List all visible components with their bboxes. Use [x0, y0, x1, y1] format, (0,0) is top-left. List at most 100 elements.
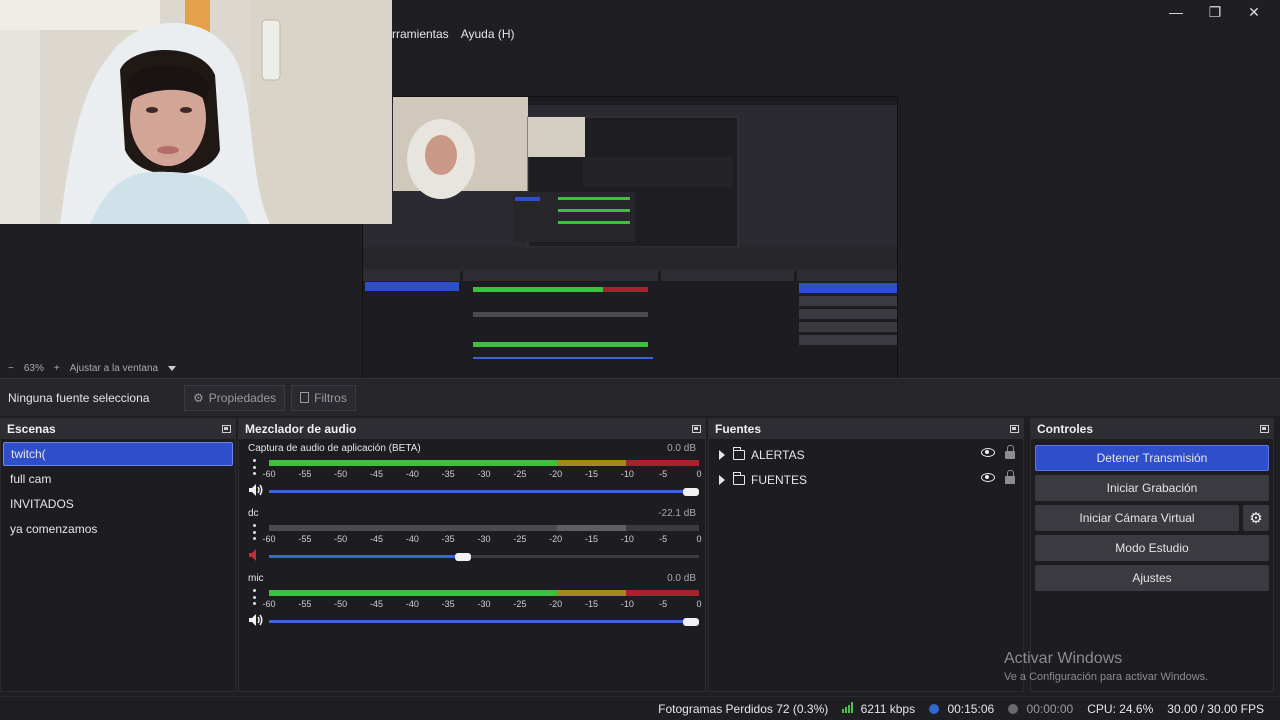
volume-meter	[269, 460, 699, 466]
mixer-channel: mic 0.0 dB -60 -55 -50 -45 -40 -35 -30 -25 -20 -15-…	[239, 569, 705, 634]
source-toolbar: Ninguna fuente selecciona ⚙ Propiedades …	[0, 378, 1280, 416]
channel-menu-icon[interactable]	[252, 524, 256, 540]
folder-icon	[732, 446, 745, 460]
undock-icon[interactable]	[222, 425, 231, 433]
scene-item[interactable]: full cam	[3, 467, 233, 491]
audio-mixer-dock: Mezclador de audio Captura de audio de a…	[238, 418, 706, 692]
scale-tick: -5	[659, 534, 668, 544]
stream-time: 00:15:06	[929, 702, 994, 716]
studio-mode-button[interactable]: Modo Estudio	[1035, 535, 1269, 561]
mixer-channel: dc -22.1 dB -60 -55 -50 -45 -40 -35 -30 -25 -20 -15…	[239, 504, 705, 569]
fit-to-window-dropdown[interactable]: Ajustar a la ventana	[70, 363, 158, 374]
stop-stream-button[interactable]: Detener Transmisión	[1035, 445, 1269, 471]
meter-segment	[269, 460, 558, 466]
scale-tick: -55	[298, 534, 312, 544]
zoom-in-button[interactable]: +	[54, 363, 60, 374]
scale-tick: -10	[620, 469, 634, 479]
expand-arrow-icon[interactable]	[719, 449, 725, 460]
folder-icon	[732, 471, 745, 485]
source-label: ALERTAS	[751, 447, 805, 462]
no-source-selected-label: Ninguna fuente selecciona	[8, 390, 150, 405]
lock-icon[interactable]	[1005, 470, 1015, 484]
channel-db-readout: 0.0 dB	[667, 573, 696, 584]
scale-tick: 0	[696, 534, 702, 544]
scale-tick: -30	[477, 469, 491, 479]
stream-time-value: 00:15:06	[947, 701, 995, 716]
restore-button[interactable]: ❐	[1196, 0, 1234, 24]
scale-tick: -55	[298, 469, 312, 479]
channel-menu-icon[interactable]	[252, 459, 256, 475]
stream-preview[interactable]	[362, 96, 898, 398]
eye-icon[interactable]	[981, 473, 995, 482]
volume-slider-handle[interactable]	[454, 553, 471, 561]
scene-item[interactable]: ya comenzamos	[3, 517, 233, 541]
volume-slider-handle[interactable]	[683, 488, 699, 496]
undock-icon[interactable]	[1260, 425, 1269, 433]
volume-slider-handle[interactable]	[683, 618, 699, 626]
channel-name: Captura de audio de aplicación (BETA)	[248, 443, 421, 454]
sources-title: Fuentes	[715, 422, 762, 436]
source-item-alertas[interactable]: ALERTAS	[709, 442, 1023, 467]
start-virtual-cam-button[interactable]: Iniciar Cámara Virtual	[1035, 505, 1239, 531]
settings-button[interactable]: Ajustes	[1035, 565, 1269, 591]
scale-tick: 0	[696, 469, 702, 479]
scene-item[interactable]: INVITADOS	[3, 492, 233, 516]
scale-tick: -25	[513, 599, 527, 609]
expand-arrow-icon[interactable]	[719, 474, 725, 485]
controls-list: Detener Transmisión Iniciar Grabación In…	[1031, 439, 1273, 591]
scale-tick: -45	[369, 599, 384, 609]
filters-button[interactable]: Filtros	[291, 384, 356, 411]
meter-scale: -60 -55 -50 -45 -40 -35 -30 -25 -20 -15 -10 -5 0	[262, 599, 705, 609]
scale-tick: -10	[620, 599, 634, 609]
live-stream-icon	[929, 703, 940, 714]
scenes-title: Escenas	[7, 422, 56, 436]
filter-icon	[300, 392, 310, 403]
menu-item-tools[interactable]: rramientas	[392, 27, 449, 41]
undock-icon[interactable]	[692, 425, 701, 433]
scale-tick: -60	[262, 534, 276, 544]
zoom-level: 63%	[23, 362, 44, 374]
volume-slider-fill	[269, 555, 463, 558]
speaker-icon[interactable]	[248, 613, 264, 627]
watermark-subtitle: Ve a Configuración para activar Windows.	[1004, 671, 1209, 683]
windows-activation-watermark: Activar Windows Ve a Configuración para …	[1004, 650, 1208, 683]
zoom-out-button[interactable]: −	[8, 363, 14, 374]
cpu-usage: CPU: 24.6%	[1087, 701, 1154, 716]
muted-speaker-icon[interactable]	[248, 548, 264, 562]
webcam-image	[0, 0, 392, 224]
scale-tick: -35	[441, 599, 455, 609]
lock-icon[interactable]	[1005, 445, 1015, 459]
controls-dock-header: Controles	[1031, 419, 1273, 439]
scale-tick: -20	[549, 469, 563, 479]
scenes-list: twitch( full cam INVITADOS ya comenzamos	[1, 439, 235, 545]
menu-item-help[interactable]: Ayuda (H)	[461, 27, 515, 41]
scale-tick: -35	[441, 534, 455, 544]
start-recording-button[interactable]: Iniciar Grabación	[1035, 475, 1269, 501]
properties-label: Propiedades	[208, 390, 277, 405]
channel-menu-icon[interactable]	[252, 589, 256, 605]
sources-list: ALERTAS FUENTES	[709, 439, 1023, 492]
scale-tick: -50	[334, 534, 348, 544]
mixer-channel: Captura de audio de aplicación (BETA) 0.0…	[239, 439, 705, 504]
scale-tick: -50	[334, 469, 348, 479]
minimize-button[interactable]: —	[1157, 0, 1195, 24]
meter-segment	[557, 590, 626, 596]
channel-name: dc	[248, 508, 259, 519]
source-item-fuentes[interactable]: FUENTES	[709, 467, 1023, 492]
scene-item[interactable]: twitch(	[3, 442, 233, 466]
watermark-title: Activar Windows	[1004, 650, 1123, 667]
eye-icon[interactable]	[981, 448, 995, 457]
channel-db-readout: -22.1 dB	[658, 508, 696, 519]
meter-segment	[557, 525, 626, 531]
undock-icon[interactable]	[1010, 425, 1019, 433]
speaker-icon[interactable]	[248, 483, 264, 497]
chevron-down-icon[interactable]	[168, 365, 177, 371]
properties-button[interactable]: ⚙ Propiedades	[184, 384, 286, 411]
close-button[interactable]: ✕	[1235, 0, 1273, 24]
menu-bar: rramientas Ayuda (H)	[392, 24, 515, 44]
gear-icon[interactable]: ⚙	[1243, 505, 1269, 531]
scale-tick: -40	[405, 599, 419, 609]
scale-tick: -45	[369, 534, 384, 544]
meter-scale: -60 -55 -50 -45 -40 -35 -30 -25 -20 -15 -10 -5 0	[262, 534, 705, 544]
meter-segment	[625, 525, 699, 531]
